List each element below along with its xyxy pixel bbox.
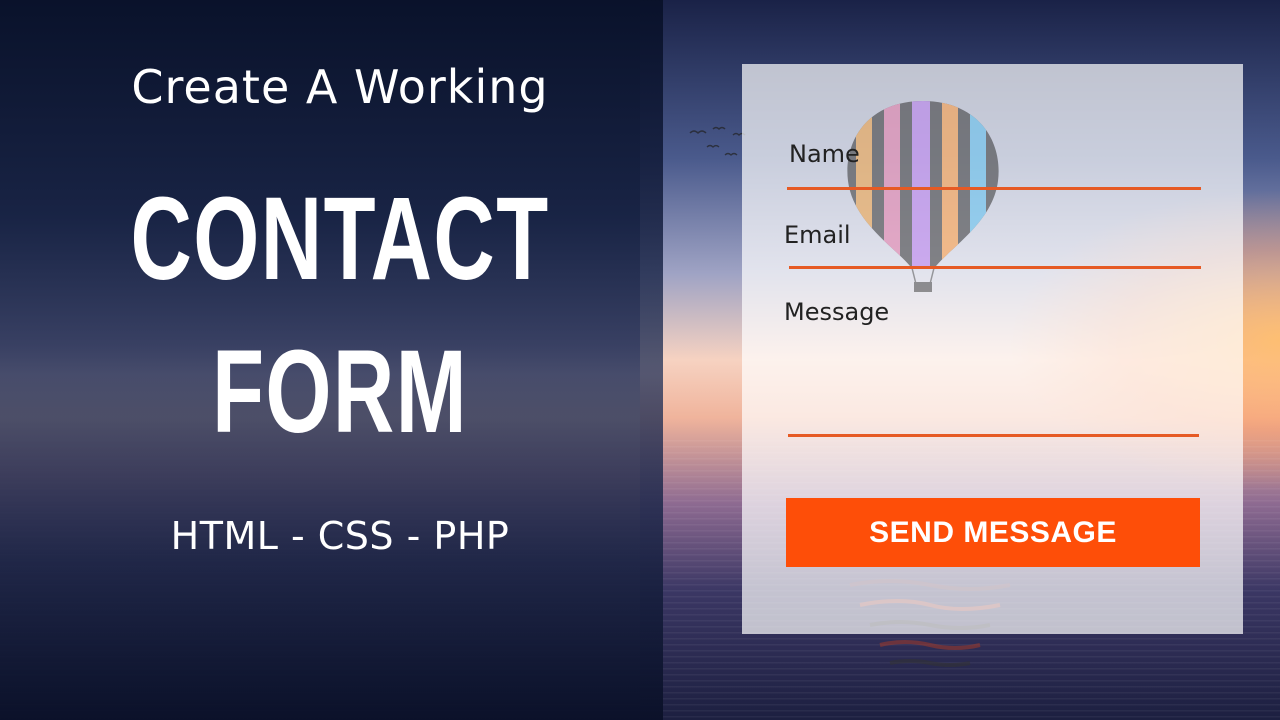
send-message-button[interactable]: SEND MESSAGE	[786, 498, 1200, 567]
thumbnail-scene: Create A Working CONTACT FORM HTML - CSS…	[0, 0, 1280, 720]
email-label: Email	[784, 221, 851, 249]
headline-form: FORM	[212, 326, 468, 458]
name-label: Name	[789, 140, 860, 168]
contact-form-card: Name Email Message SEND MESSAGE	[742, 64, 1243, 634]
email-input-underline[interactable]	[789, 266, 1201, 269]
headline-tech-stack: HTML - CSS - PHP	[170, 514, 510, 558]
message-textarea-underline[interactable]	[788, 434, 1199, 437]
message-label: Message	[784, 298, 890, 326]
headline-subtitle: Create A Working	[131, 60, 549, 114]
name-input-underline[interactable]	[787, 187, 1201, 190]
headline-contact: CONTACT	[130, 173, 550, 305]
